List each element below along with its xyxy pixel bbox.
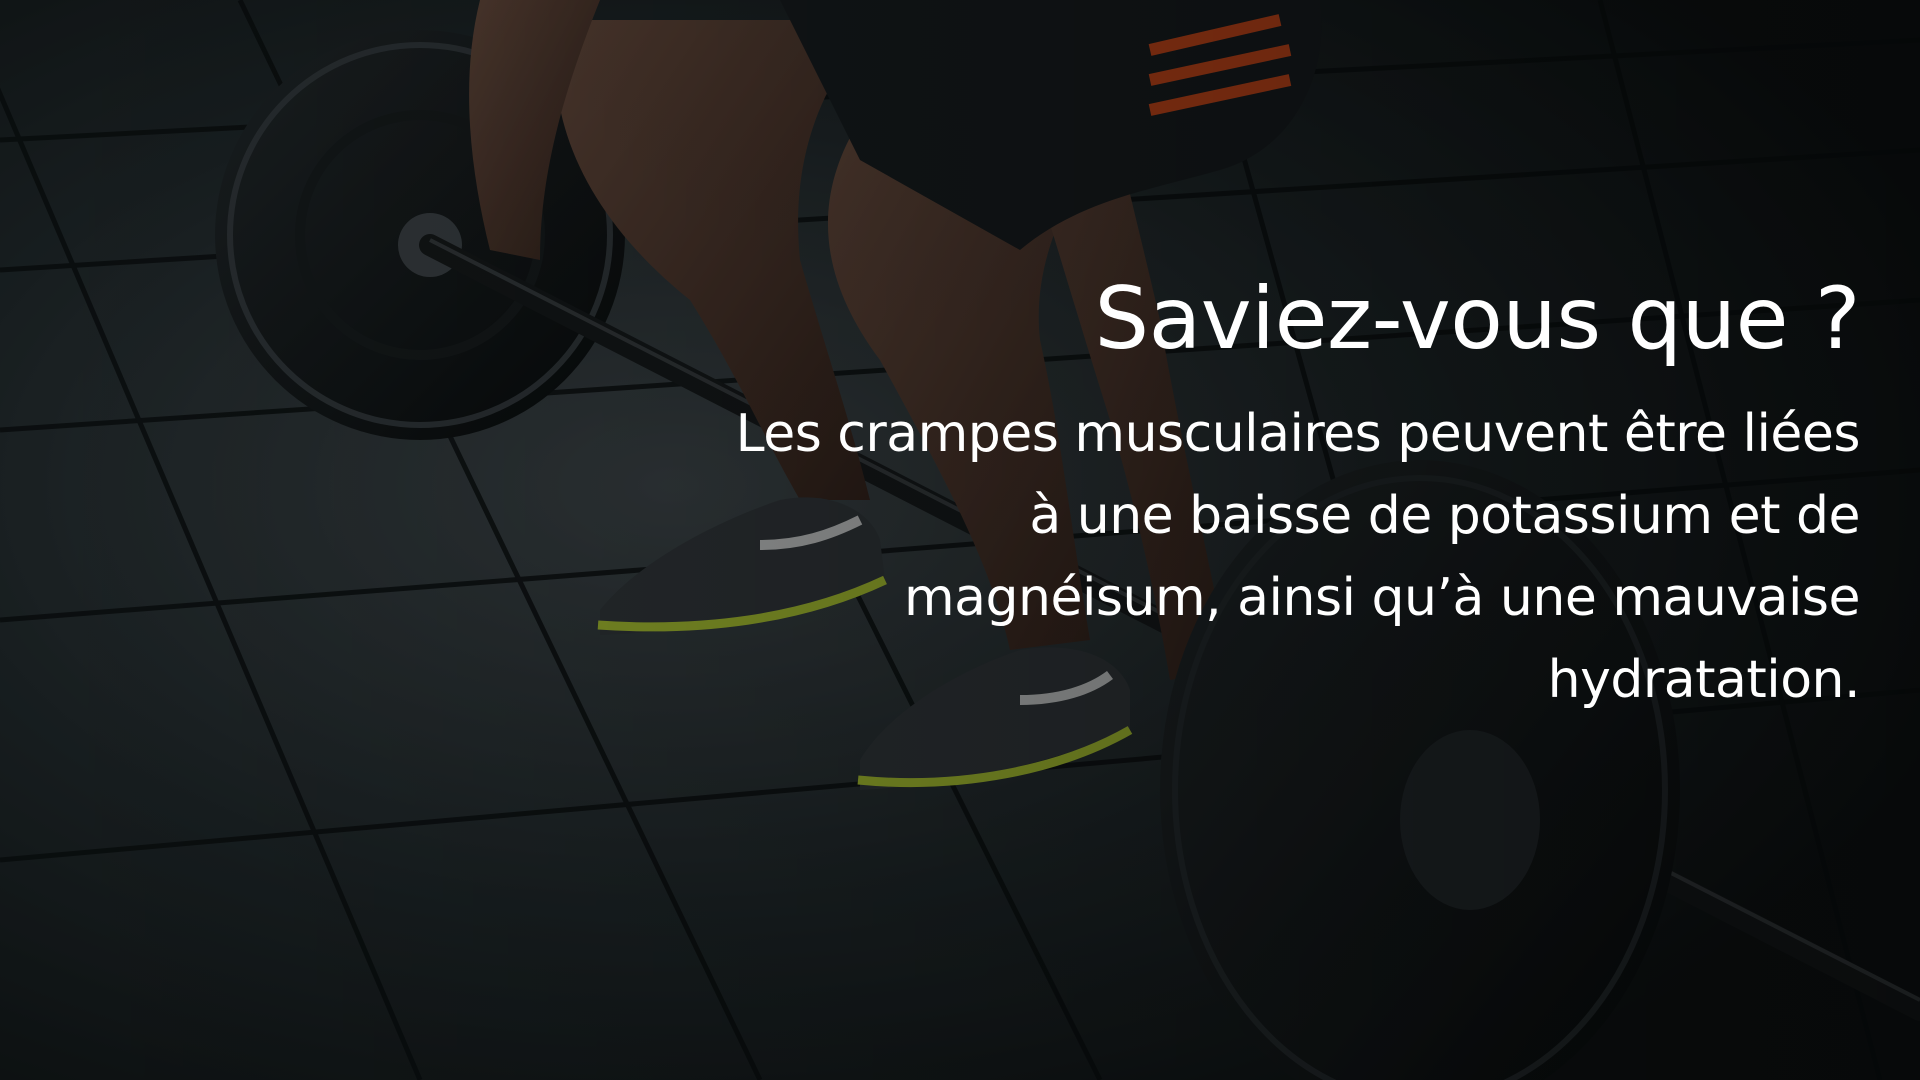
slide-body: Les crampes musculaires peuvent être lié… bbox=[735, 403, 1861, 710]
slide-title: Saviez-vous que ? bbox=[1094, 269, 1861, 369]
text-overlay: Saviez-vous que ? Les crampes musculaire… bbox=[700, 269, 1861, 721]
slide: Saviez-vous que ? Les crampes musculaire… bbox=[0, 0, 1920, 1080]
